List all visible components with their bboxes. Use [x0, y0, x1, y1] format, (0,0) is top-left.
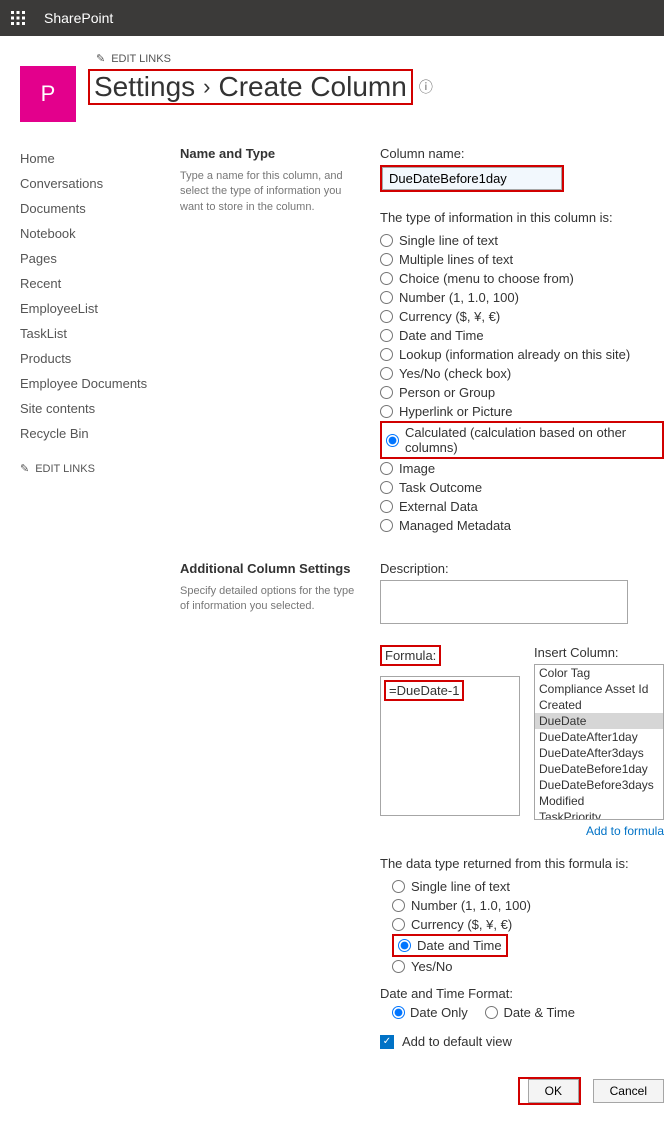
insert-item-selected[interactable]: DueDate	[535, 713, 663, 729]
type-person[interactable]: Person or Group	[380, 383, 664, 402]
type-choice[interactable]: Choice (menu to choose from)	[380, 269, 664, 288]
insert-item[interactable]: TaskPriority	[535, 809, 663, 820]
column-name-label: Column name:	[380, 146, 664, 161]
sidebar-item-conversations[interactable]: Conversations	[20, 171, 180, 196]
sidebar-item-recycle-bin[interactable]: Recycle Bin	[20, 421, 180, 446]
type-lookup[interactable]: Lookup (information already on this site…	[380, 345, 664, 364]
cancel-button[interactable]: Cancel	[593, 1079, 664, 1103]
column-name-input[interactable]	[382, 167, 562, 190]
insert-item[interactable]: DueDateAfter3days	[535, 745, 663, 761]
sidebar-nav: Home Conversations Documents Notebook Pa…	[20, 146, 180, 1105]
site-tile[interactable]: P	[20, 66, 76, 122]
sidebar-item-recent[interactable]: Recent	[20, 271, 180, 296]
type-calculated-highlight: Calculated (calculation based on other c…	[380, 421, 664, 459]
insert-item[interactable]: Modified	[535, 793, 663, 809]
type-external-data[interactable]: External Data	[380, 497, 664, 516]
ok-button-highlight: OK	[518, 1077, 581, 1105]
insert-column-list[interactable]: Color Tag Compliance Asset Id Created Du…	[534, 664, 664, 820]
insert-item[interactable]: DueDateBefore1day	[535, 761, 663, 777]
type-multi-line[interactable]: Multiple lines of text	[380, 250, 664, 269]
brand-label: SharePoint	[44, 10, 113, 26]
dt-date-time[interactable]: Date & Time	[485, 1005, 575, 1020]
return-datetime-highlight: Date and Time	[392, 934, 508, 957]
sidebar-item-pages[interactable]: Pages	[20, 246, 180, 271]
dt-date-only[interactable]: Date Only	[392, 1005, 468, 1020]
edit-links-label: EDIT LINKS	[111, 53, 171, 65]
formula-label: Formula:	[385, 648, 436, 663]
return-yesno[interactable]: Yes/No	[392, 957, 664, 976]
description-input[interactable]	[380, 580, 628, 624]
section-name-type-desc: Type a name for this column, and select …	[180, 169, 364, 215]
breadcrumb-settings[interactable]: Settings	[94, 71, 195, 103]
sidebar-item-home[interactable]: Home	[20, 146, 180, 171]
column-name-highlight	[380, 165, 564, 192]
app-launcher-icon[interactable]	[0, 0, 36, 36]
insert-item[interactable]: DueDateBefore3days	[535, 777, 663, 793]
insert-item[interactable]: DueDateAfter1day	[535, 729, 663, 745]
chevron-right-icon: ›	[203, 74, 210, 100]
section-additional-desc: Specify detailed options for the type of…	[180, 584, 364, 615]
add-to-formula-link[interactable]: Add to formula	[534, 824, 664, 838]
section-additional-title: Additional Column Settings	[180, 561, 364, 576]
sidebar-item-notebook[interactable]: Notebook	[20, 221, 180, 246]
breadcrumb-create-column: Create Column	[219, 71, 407, 103]
column-type-radios: Single line of text Multiple lines of te…	[380, 231, 664, 535]
type-yesno[interactable]: Yes/No (check box)	[380, 364, 664, 383]
pencil-icon: ✎	[20, 462, 29, 475]
type-number[interactable]: Number (1, 1.0, 100)	[380, 288, 664, 307]
return-date-time[interactable]: Date and Time	[394, 936, 506, 955]
breadcrumb: Settings › Create Column	[94, 71, 407, 103]
breadcrumb-highlight: Settings › Create Column	[88, 69, 413, 105]
return-currency[interactable]: Currency ($, ¥, €)	[392, 915, 664, 934]
ok-button[interactable]: OK	[528, 1079, 579, 1103]
insert-item[interactable]: Compliance Asset Id	[535, 681, 663, 697]
sidebar-item-tasklist[interactable]: TaskList	[20, 321, 180, 346]
info-icon[interactable]: ⓘ	[419, 77, 433, 97]
formula-value-highlight: =DueDate-1	[384, 680, 464, 701]
return-single-line[interactable]: Single line of text	[392, 877, 664, 896]
sidebar-item-documents[interactable]: Documents	[20, 196, 180, 221]
sidebar-item-employee-documents[interactable]: Employee Documents	[20, 371, 180, 396]
formula-label-highlight: Formula:	[380, 645, 441, 666]
global-topbar: SharePoint	[0, 0, 664, 36]
type-hyperlink[interactable]: Hyperlink or Picture	[380, 402, 664, 421]
type-managed-metadata[interactable]: Managed Metadata	[380, 516, 664, 535]
formula-value-text: =DueDate-1	[389, 683, 459, 698]
sidebar-item-employeelist[interactable]: EmployeeList	[20, 296, 180, 321]
section-name-type-title: Name and Type	[180, 146, 364, 161]
type-task-outcome[interactable]: Task Outcome	[380, 478, 664, 497]
add-default-view-checkbox[interactable]: ✓	[380, 1035, 394, 1049]
type-currency[interactable]: Currency ($, ¥, €)	[380, 307, 664, 326]
edit-links-side[interactable]: ✎ EDIT LINKS	[20, 462, 180, 475]
sidebar-item-site-contents[interactable]: Site contents	[20, 396, 180, 421]
dt-format-label: Date and Time Format:	[380, 986, 664, 1001]
edit-links-top[interactable]: ✎ EDIT LINKS	[96, 52, 644, 65]
edit-links-side-label: EDIT LINKS	[35, 463, 95, 475]
insert-item[interactable]: Color Tag	[535, 665, 663, 681]
type-image[interactable]: Image	[380, 459, 664, 478]
return-type-header: The data type returned from this formula…	[380, 856, 664, 871]
type-calculated[interactable]: Calculated (calculation based on other c…	[382, 423, 662, 457]
sidebar-item-products[interactable]: Products	[20, 346, 180, 371]
type-header: The type of information in this column i…	[380, 210, 664, 225]
type-single-line[interactable]: Single line of text	[380, 231, 664, 250]
insert-item[interactable]: Created	[535, 697, 663, 713]
description-label: Description:	[380, 561, 664, 576]
insert-column-label: Insert Column:	[534, 645, 664, 660]
pencil-icon: ✎	[96, 52, 105, 65]
add-default-view-label: Add to default view	[402, 1034, 512, 1049]
type-date-time[interactable]: Date and Time	[380, 326, 664, 345]
return-number[interactable]: Number (1, 1.0, 100)	[392, 896, 664, 915]
